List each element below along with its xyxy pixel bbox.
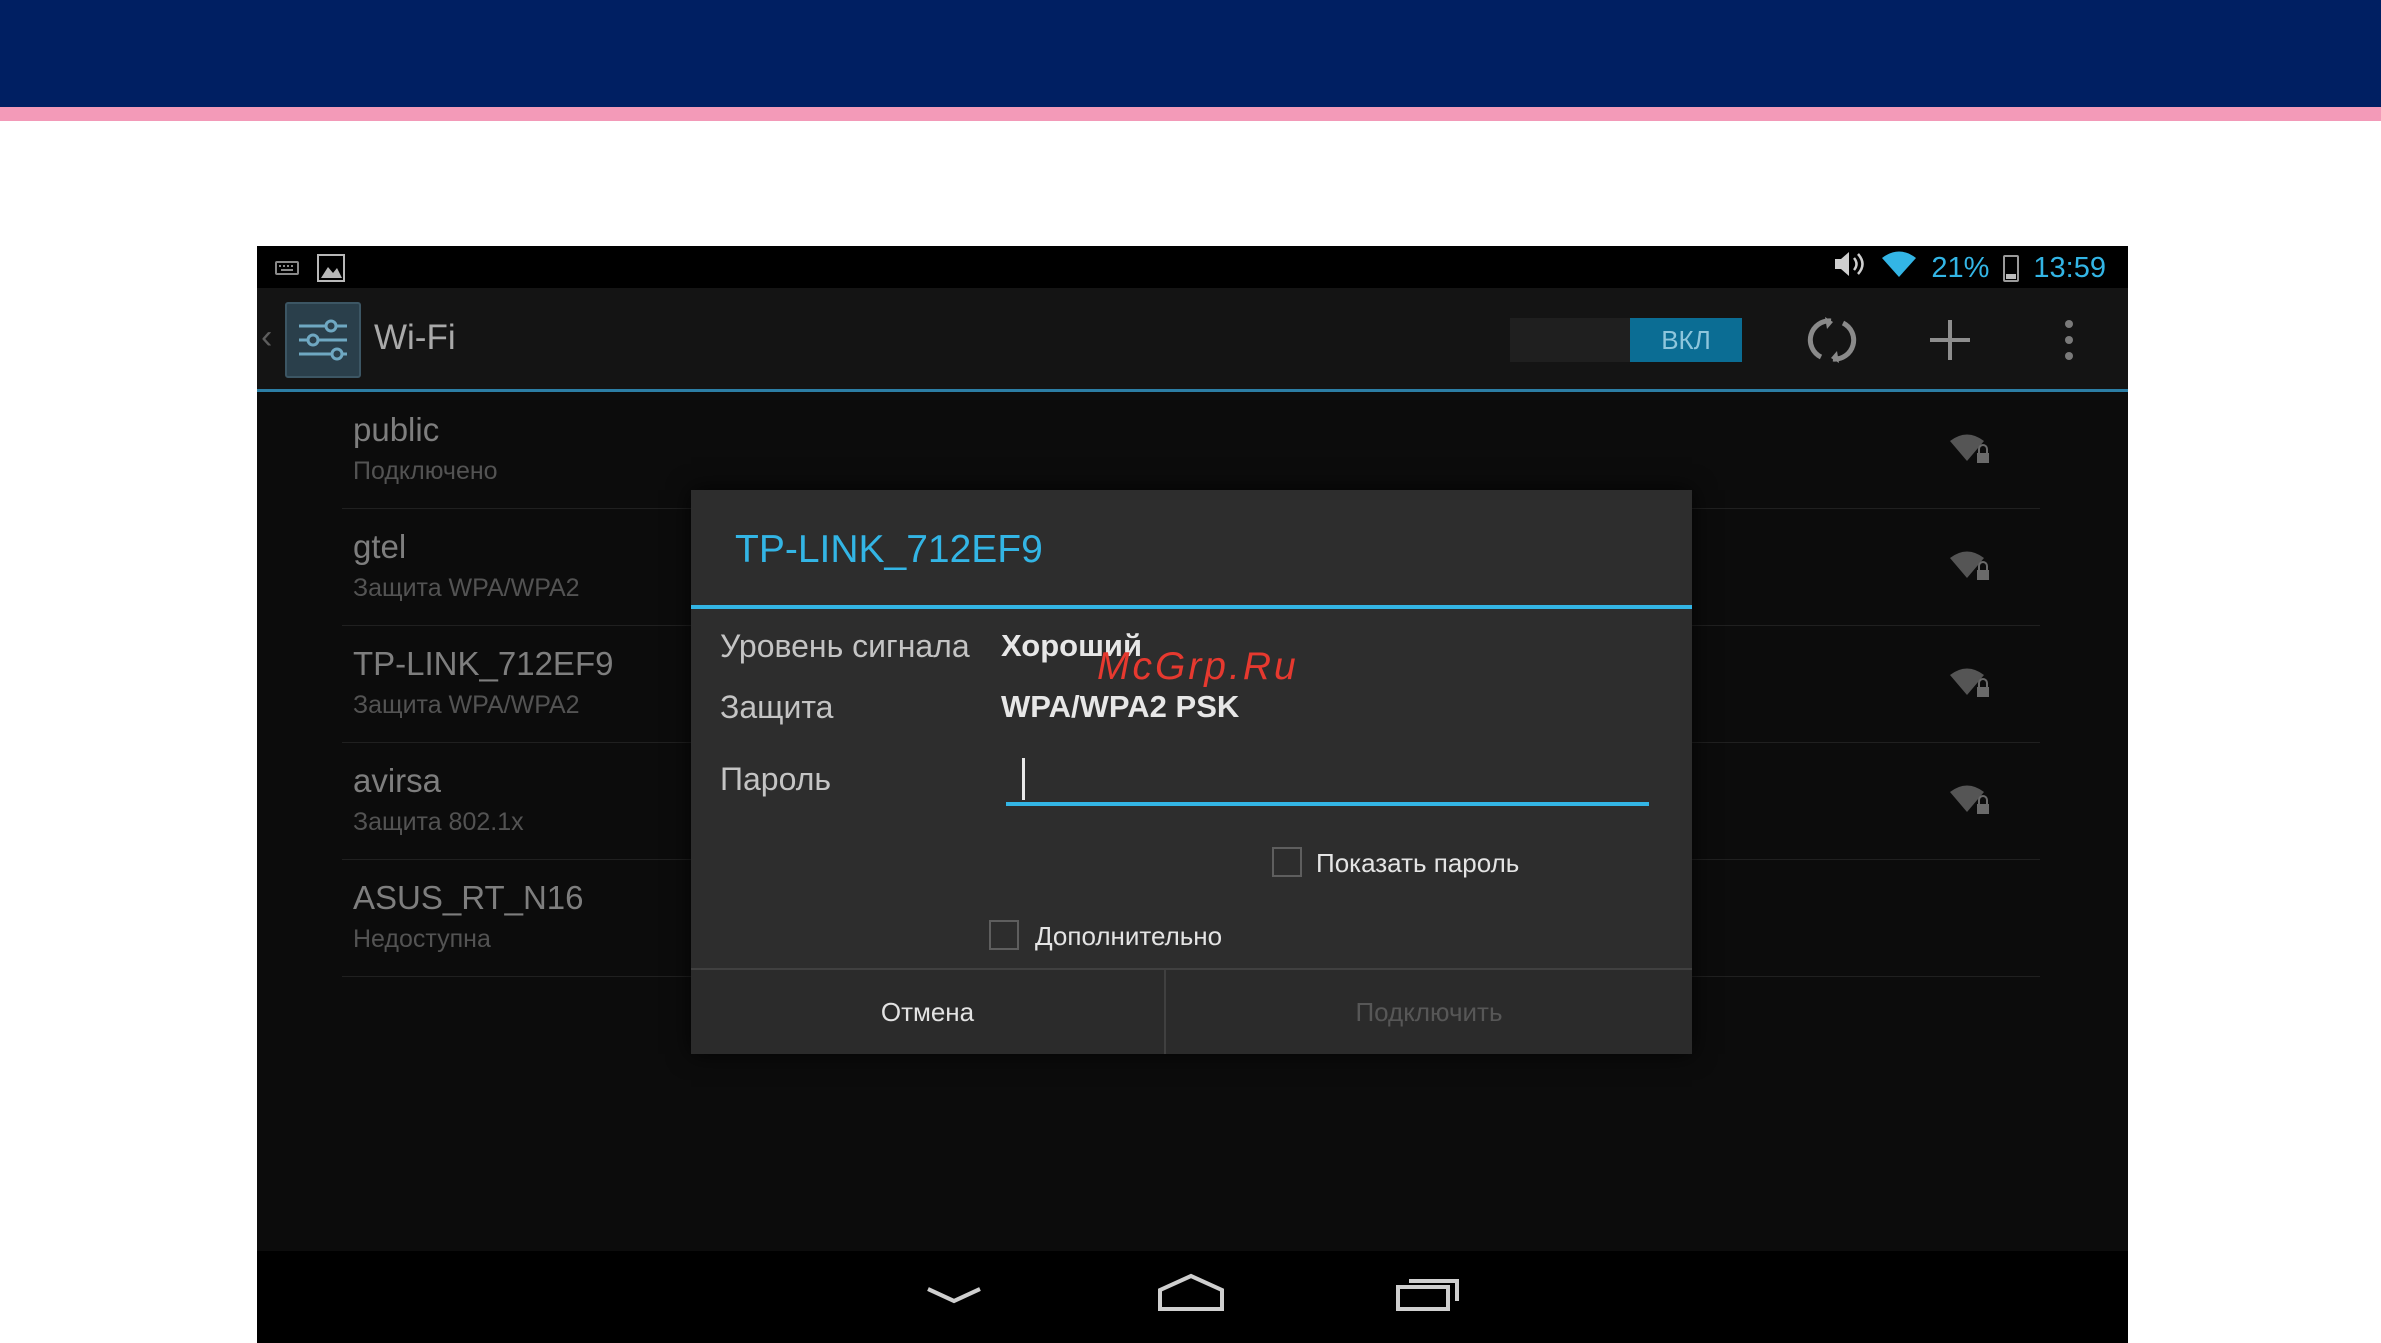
password-input[interactable] bbox=[1006, 750, 1649, 806]
wifi-locked-icon bbox=[1948, 778, 1992, 823]
status-bar: 21% 13:59 bbox=[257, 246, 2128, 288]
network-name: ASUS_RT_N16 bbox=[353, 879, 584, 916]
advanced-checkbox[interactable] bbox=[989, 920, 1019, 950]
security-label: Защита bbox=[720, 689, 834, 725]
network-status: Недоступна bbox=[353, 925, 491, 953]
show-password-checkbox[interactable] bbox=[1272, 847, 1302, 877]
wifi-locked-icon bbox=[1948, 661, 1992, 706]
password-label: Пароль bbox=[720, 761, 832, 797]
network-name: gtel bbox=[353, 528, 407, 565]
watermark: McGrp.Ru bbox=[1097, 645, 1299, 688]
text-cursor bbox=[1022, 758, 1025, 800]
network-name: public bbox=[353, 411, 440, 448]
overflow-menu-icon[interactable] bbox=[2041, 312, 2097, 368]
keyboard-icon bbox=[275, 260, 299, 281]
recent-apps-icon[interactable] bbox=[1395, 1273, 1461, 1318]
clock: 13:59 bbox=[2033, 251, 2106, 284]
wps-icon[interactable] bbox=[1804, 312, 1860, 368]
page-title: Wi-Fi bbox=[374, 318, 456, 357]
advanced-label[interactable]: Дополнительно bbox=[1035, 921, 1222, 952]
network-status: Подключено bbox=[353, 457, 498, 485]
network-name: TP-LINK_712EF9 bbox=[353, 645, 614, 682]
action-bar: ‹ Wi-Fi ВКЛ bbox=[257, 288, 2128, 392]
show-password-label[interactable]: Показать пароль bbox=[1316, 848, 1519, 879]
battery-percent: 21% bbox=[1931, 251, 1990, 284]
dialog-button-bar: Отмена Подключить bbox=[691, 968, 1692, 1054]
home-icon[interactable] bbox=[1157, 1273, 1225, 1318]
network-name: avirsa bbox=[353, 762, 442, 799]
slide-header-bar bbox=[0, 0, 2381, 107]
network-status: Защита 802.1x bbox=[353, 808, 524, 836]
add-icon[interactable] bbox=[1922, 312, 1978, 368]
connect-button[interactable]: Подключить bbox=[1166, 970, 1692, 1054]
back-caret-icon[interactable]: ‹ bbox=[261, 318, 272, 357]
wifi-toggle[interactable]: ВКЛ bbox=[1510, 318, 1742, 362]
volume-icon bbox=[1833, 250, 1867, 286]
network-status: Защита WPA/WPA2 bbox=[353, 691, 580, 719]
tablet-screenshot: 21% 13:59 ‹ Wi-Fi ВКЛ public Подключено bbox=[257, 246, 2128, 1343]
network-status: Защита WPA/WPA2 bbox=[353, 574, 580, 602]
wifi-toggle-label: ВКЛ bbox=[1630, 318, 1742, 362]
signal-label: Уровень сигнала bbox=[720, 628, 970, 664]
security-value: WPA/WPA2 PSK bbox=[1001, 689, 1240, 724]
slide-header-stripe bbox=[0, 107, 2381, 121]
wifi-locked-icon bbox=[1948, 427, 1992, 472]
wifi-signal-icon bbox=[1881, 250, 1917, 286]
wifi-connect-dialog: TP-LINK_712EF9 Уровень сигнала Хороший З… bbox=[691, 490, 1692, 1054]
wifi-locked-icon bbox=[1948, 544, 1992, 589]
image-notification-icon bbox=[317, 254, 345, 287]
navigation-bar bbox=[257, 1251, 2128, 1343]
battery-icon bbox=[2003, 254, 2020, 282]
settings-app-icon[interactable] bbox=[285, 302, 361, 378]
dialog-divider bbox=[691, 605, 1692, 609]
cancel-button[interactable]: Отмена bbox=[691, 970, 1164, 1054]
dialog-title: TP-LINK_712EF9 bbox=[735, 528, 1043, 571]
back-icon[interactable] bbox=[925, 1285, 983, 1312]
